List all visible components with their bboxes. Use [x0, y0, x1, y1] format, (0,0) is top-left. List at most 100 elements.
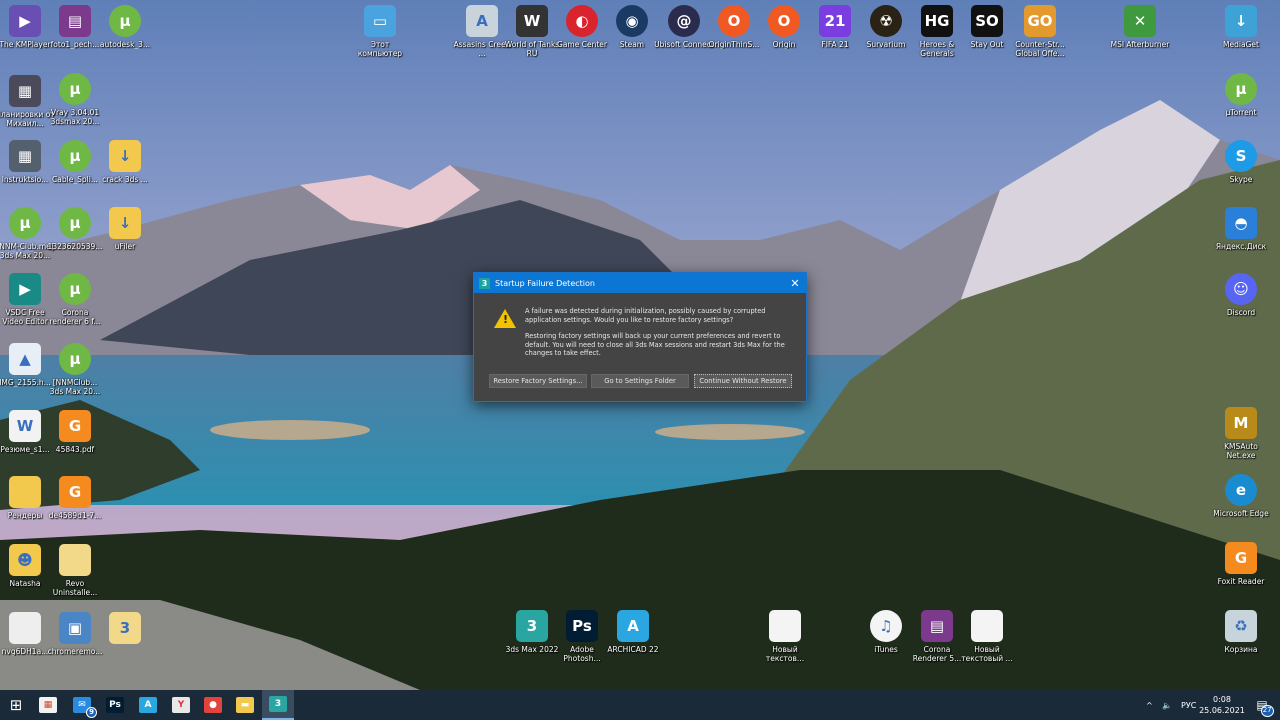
taskbar-photoshop-button[interactable]: Ps — [99, 690, 131, 720]
startup-failure-dialog: 3 Startup Failure Detection ✕ ! A failur… — [473, 272, 807, 402]
desktop-icon-label: uFiler — [114, 242, 136, 251]
desktop-icon-label: crack 3ds ... — [102, 175, 148, 184]
taskbar: ⊞ ▦ ✉ 9 Ps A Y ● ▬ 3 ^ 🔈 РУС 0:08 25.06.2021 ▤ 27 — [0, 690, 1280, 720]
archicad-icon: A — [139, 697, 157, 713]
taskbar-mail-button[interactable]: ✉ 9 — [66, 690, 98, 720]
itunes-icon: ♫ — [870, 610, 902, 642]
desktop-icon[interactable]: ♻ Корзина — [1211, 610, 1271, 654]
desktop-icon[interactable]: Новый текстовый ... — [957, 610, 1017, 663]
desktop-icon-label: Vray 3.04.01 3dsmax 20... — [50, 108, 100, 126]
windows-logo-icon: ⊞ — [9, 696, 23, 714]
desktop-icon-label: Яндекс.Диск — [1215, 242, 1267, 251]
desktop-icon[interactable]: µ autodesk_3... — [95, 5, 155, 49]
assassins-creed-icon: A — [466, 5, 498, 37]
desktop-icon-label: Новый текстовый ... — [961, 645, 1013, 663]
photoshop-icon: Ps — [106, 697, 124, 713]
desktop-icon[interactable]: 3 — [95, 612, 155, 647]
start-button[interactable]: ⊞ — [0, 690, 32, 720]
desktop-icon[interactable]: S Skype — [1211, 140, 1271, 184]
game-center-icon: ◐ — [566, 5, 598, 37]
kmsauto-icon: M — [1225, 407, 1257, 439]
desktop-icon[interactable]: G Foxit Reader — [1211, 542, 1271, 586]
desktop-icon[interactable]: G 45843.pdf — [45, 410, 105, 454]
taskbar-chrome-button[interactable]: ● — [197, 690, 229, 720]
desktop-icon-label: [NNMClub... 3ds Max 20... — [49, 378, 101, 396]
desktop-icon[interactable]: ↓ uFiler — [95, 207, 155, 251]
go-to-settings-folder-button[interactable]: Go to Settings Folder — [591, 374, 689, 388]
folder-icon — [9, 476, 41, 508]
yandex-browser-icon: Y — [172, 697, 190, 713]
clock-date: 25.06.2021 — [1199, 706, 1245, 715]
ubisoft-icon: @ — [668, 5, 700, 37]
recycle-bin-icon: ♻ — [1225, 610, 1257, 642]
winrar-archive-icon: ▤ — [921, 610, 953, 642]
desktop-icon[interactable]: ↓ MediaGet — [1211, 5, 1271, 49]
notification-count: 27 — [1260, 705, 1274, 717]
desktop-icon[interactable]: A ARCHICAD 22 — [603, 610, 663, 654]
desktop-icon[interactable]: µ [NNMClub... 3ds Max 20... — [45, 343, 105, 396]
heroes-generals-icon: HG — [921, 5, 953, 37]
desktop-icon[interactable]: µ Vray 3.04.01 3dsmax 20... — [45, 73, 105, 126]
desktop-icon[interactable]: SO Stay Out — [957, 5, 1017, 49]
desktop-icon[interactable]: µ µTorrent — [1211, 73, 1271, 117]
file-explorer-icon: ▬ — [236, 697, 254, 713]
desktop-icon[interactable]: GO Counter-Str... Global Offe... — [1010, 5, 1070, 58]
language-indicator[interactable]: РУС — [1181, 690, 1196, 720]
taskbar-archicad-button[interactable]: A — [132, 690, 164, 720]
user-folder-icon: ☻ — [9, 544, 41, 576]
taskbar-yandex-browser-button[interactable]: Y — [165, 690, 197, 720]
archicad-icon: A — [617, 610, 649, 642]
stay-out-icon: SO — [971, 5, 1003, 37]
desktop-icon[interactable]: e Microsoft Edge — [1211, 474, 1271, 518]
foxit-reader-icon: G — [1225, 542, 1257, 574]
chrome-icon: ● — [204, 697, 222, 713]
desktop-icon[interactable]: Gde4589d1-7... — [45, 476, 105, 520]
desktop-icon[interactable]: ▭ Этот компьютер — [350, 5, 410, 58]
desktop-icon-label: Корзина — [1224, 645, 1258, 654]
desktop-icon[interactable]: Revo Uninstalle... — [45, 544, 105, 597]
close-icon[interactable]: ✕ — [784, 277, 806, 290]
this-pc-icon: ▭ — [364, 5, 396, 37]
steam-icon: ◉ — [616, 5, 648, 37]
desktop-icon[interactable]: ◉ Steam — [602, 5, 662, 49]
pdf-file-icon: G — [59, 410, 91, 442]
skype-icon: S — [1225, 140, 1257, 172]
origin-icon: O — [718, 5, 750, 37]
continue-without-restore-button[interactable]: Continue Without Restore — [694, 374, 792, 388]
desktop-icon[interactable]: ✕ MSI Afterburner — [1110, 5, 1170, 49]
desktop-icon-label: Counter-Str... Global Offe... — [1015, 40, 1065, 58]
desktop-icon-label: chromeremo... — [47, 647, 103, 656]
desktop-icon[interactable]: ↓ crack 3ds ... — [95, 140, 155, 184]
desktop-icon-label: 45843.pdf — [55, 445, 95, 454]
text-file-icon — [769, 610, 801, 642]
taskbar-store-button[interactable]: ▦ — [32, 690, 64, 720]
desktop-icon-label: Revo Uninstalle... — [52, 579, 98, 597]
desktop-icon-label: Corona renderer 6 f... — [49, 308, 101, 326]
dialog-title-bar[interactable]: 3 Startup Failure Detection ✕ — [474, 273, 806, 293]
taskbar-3ds-max-button[interactable]: 3 — [262, 690, 294, 720]
utorrent-file-icon: µ — [59, 140, 91, 172]
utorrent-file-icon: µ — [59, 207, 91, 239]
desktop-icon[interactable]: ◓ Яндекс.Диск — [1211, 207, 1271, 251]
action-center-button[interactable]: ▤ 27 — [1250, 690, 1274, 720]
desktop-icon-label: Foxit Reader — [1217, 577, 1265, 586]
desktop-icon-label: µTorrent — [1225, 108, 1257, 117]
desktop-icon[interactable]: M KMSAuto Net.exe — [1211, 407, 1271, 460]
chevron-up-icon: ^ — [1146, 700, 1153, 710]
desktop-icon-label: Этот компьютер — [357, 40, 403, 58]
volume-button[interactable]: 🔈 — [1162, 690, 1172, 720]
desktop-icon[interactable]: µ Corona renderer 6 f... — [45, 273, 105, 326]
image-file-icon — [9, 612, 41, 644]
world-of-tanks-icon: W — [516, 5, 548, 37]
restore-factory-settings-button[interactable]: Restore Factory Settings... — [489, 374, 587, 388]
utorrent-file-icon: µ — [109, 5, 141, 37]
video-file-icon: ▦ — [9, 140, 41, 172]
desktop-icon[interactable]: Новый текстов... — [755, 610, 815, 663]
desktop-icon-label: Stay Out — [970, 40, 1004, 49]
dialog-title: Startup Failure Detection — [495, 278, 595, 288]
clock[interactable]: 0:08 25.06.2021 — [1199, 690, 1245, 720]
taskbar-file-explorer-button[interactable]: ▬ — [229, 690, 261, 720]
show-hidden-icons-button[interactable]: ^ — [1146, 690, 1153, 720]
desktop-icon-label: KMSAuto Net.exe — [1224, 442, 1258, 460]
desktop-icon[interactable]: ☺ Discord — [1211, 273, 1271, 317]
